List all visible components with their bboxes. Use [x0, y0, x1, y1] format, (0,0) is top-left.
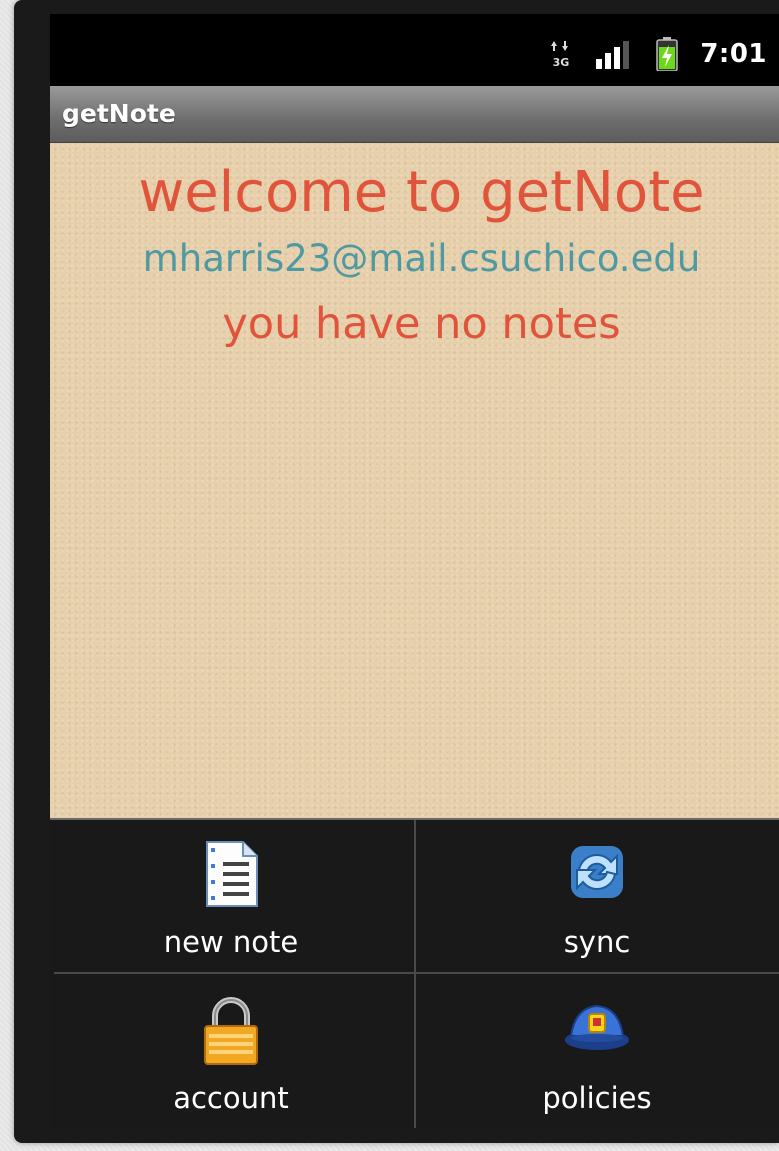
note-document-icon: [206, 841, 258, 907]
phone-frame: 3G 7:01 getNote welcome to getNote mharr…: [14, 0, 779, 1143]
new-note-label: new note: [163, 925, 299, 959]
sync-icon: [571, 846, 623, 898]
main-content: welcome to getNote mharris23@mail.csuchi…: [50, 143, 779, 818]
sync-label: sync: [563, 925, 631, 959]
battery-charging-icon: [656, 37, 679, 71]
account-button[interactable]: account: [50, 976, 412, 1126]
3g-data-icon: 3G: [551, 41, 570, 69]
sync-button[interactable]: sync: [416, 820, 778, 970]
options-menu: new note sync account policies: [50, 818, 779, 1128]
signal-icon: [596, 41, 630, 69]
new-note-button[interactable]: new note: [50, 820, 412, 970]
user-email: mharris23@mail.csuchico.edu: [142, 237, 701, 280]
notes-status: you have no notes: [222, 299, 621, 349]
app-title: getNote: [62, 99, 176, 128]
status-bar: 3G 7:01: [50, 14, 779, 86]
menu-divider-horizontal: [54, 972, 779, 974]
welcome-heading: welcome to getNote: [138, 160, 705, 225]
status-clock: 7:01: [700, 39, 767, 69]
svg-text:3G: 3G: [553, 56, 570, 69]
police-cap-icon: [565, 1004, 629, 1050]
account-label: account: [173, 1081, 289, 1115]
policies-button[interactable]: policies: [416, 976, 778, 1126]
title-bar: getNote: [50, 86, 779, 143]
padlock-icon: [204, 997, 258, 1065]
status-icons: 3G 7:01: [550, 34, 767, 74]
policies-label: policies: [542, 1081, 652, 1115]
phone-screen: 3G 7:01 getNote welcome to getNote mharr…: [50, 14, 779, 1128]
